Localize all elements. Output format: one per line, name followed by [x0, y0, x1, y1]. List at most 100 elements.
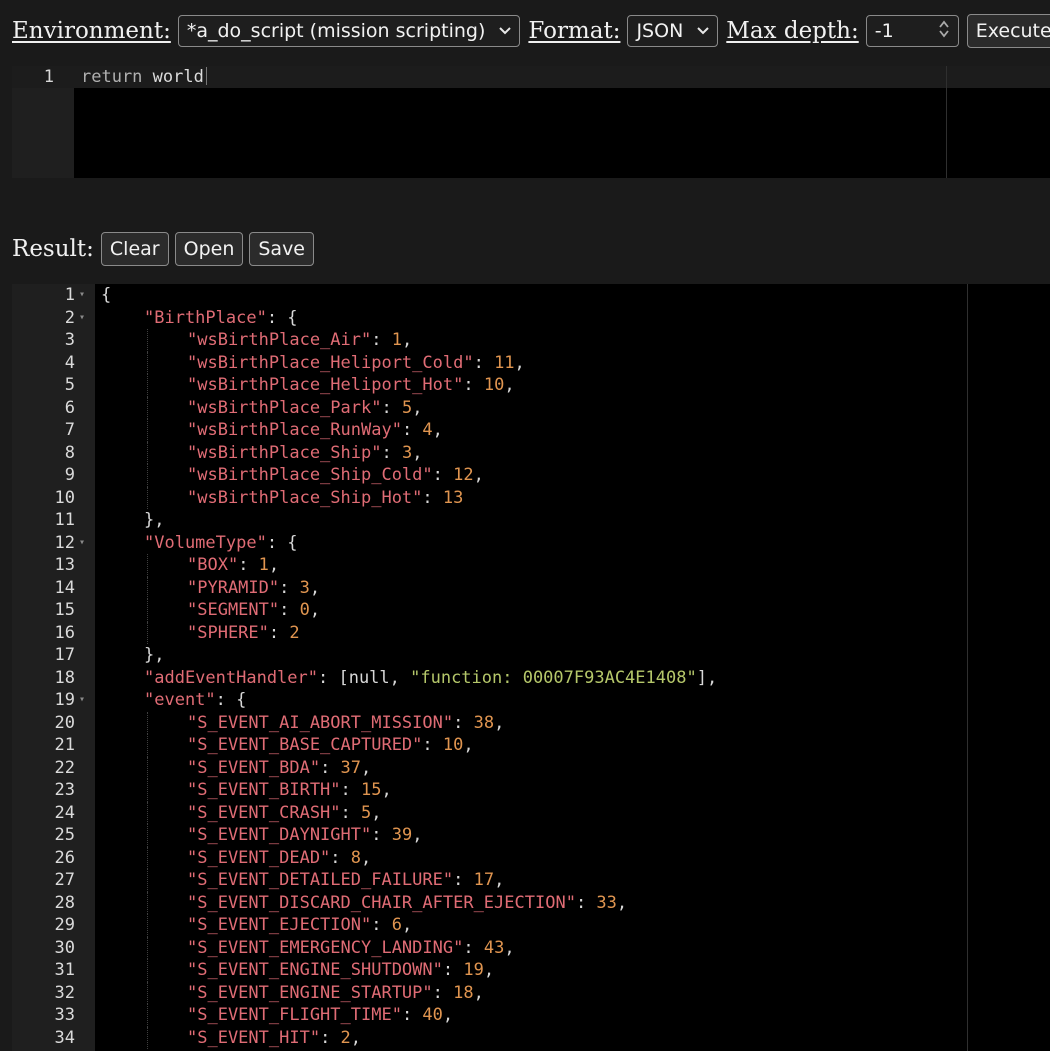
- line-code: "wsBirthPlace_Heliport_Cold": 11,: [187, 352, 525, 375]
- json-punct: :: [422, 735, 443, 755]
- json-punct: :: [279, 577, 300, 598]
- indent-guide: [147, 576, 148, 599]
- json-punct: :: [381, 442, 402, 463]
- json-key: "wsBirthPlace_RunWay": [187, 420, 402, 440]
- json-punct: :: [371, 330, 392, 350]
- save-button[interactable]: Save: [249, 232, 314, 266]
- json-key: "wsBirthPlace_Air": [187, 330, 372, 350]
- spinner-icon[interactable]: [938, 19, 950, 44]
- line-number: 24: [54, 802, 75, 823]
- json-number: 10: [483, 375, 505, 395]
- json-number: 1: [258, 555, 269, 575]
- line-code: "S_EVENT_BASE_CAPTURED": 10,: [187, 734, 474, 757]
- max-depth-input[interactable]: -1: [865, 15, 959, 47]
- json-punct: :: [432, 465, 454, 485]
- json-key: "S_EVENT_ENGINE_SHUTDOWN": [187, 960, 443, 980]
- json-key: "addEventHandler": [144, 667, 318, 688]
- chevron-down-icon: [499, 27, 512, 35]
- line-code: "S_EVENT_HIT": 2,: [187, 1027, 361, 1050]
- format-label: Format:: [528, 18, 621, 44]
- fold-toggle-icon[interactable]: ▾: [79, 307, 85, 330]
- line-number: 23: [54, 780, 75, 800]
- indent-guide: [147, 824, 148, 847]
- line-number: 12: [54, 532, 75, 553]
- json-punct: ,: [504, 375, 515, 395]
- json-punct: :: [463, 937, 484, 958]
- json-punct: ,: [268, 555, 280, 575]
- json-punct: ,: [442, 1005, 454, 1025]
- execute-button[interactable]: Execute: [966, 14, 1050, 48]
- result-output[interactable]: 1 ▾{2 ▾ "BirthPlace": {3 "wsBirthPlace_Air":…: [12, 284, 1050, 1051]
- json-key: "S_EVENT_DAYNIGHT": [187, 825, 372, 845]
- clear-button[interactable]: Clear: [100, 232, 169, 266]
- indent-guide: [147, 396, 148, 419]
- json-key: "S_EVENT_AI_ABORT_MISSION": [187, 712, 454, 733]
- result-bar: Result: Clear Open Save: [12, 232, 320, 266]
- json-number: 11: [494, 352, 515, 373]
- editor-code-line[interactable]: return world: [81, 66, 207, 88]
- line-number: 14: [54, 577, 75, 598]
- json-punct: :: [340, 780, 362, 800]
- json-key: "S_EVENT_BASE_CAPTURED": [187, 735, 423, 755]
- format-select[interactable]: JSON: [627, 15, 719, 47]
- json-number: 13: [442, 487, 464, 508]
- json-punct: :: [268, 622, 290, 643]
- line-number: 11: [54, 510, 75, 530]
- line-code: "wsBirthPlace_Ship": 3,: [187, 442, 422, 465]
- json-number: 5: [361, 802, 372, 823]
- json-punct: ,: [371, 802, 382, 823]
- indent-guide: [147, 599, 148, 622]
- json-number: 8: [350, 847, 362, 868]
- json-punct: ,: [309, 577, 321, 598]
- indent-guide: [147, 329, 148, 352]
- indent-guide: [147, 936, 148, 959]
- json-number: 2: [340, 1027, 351, 1048]
- json-number: 17: [473, 870, 495, 890]
- json-string: "function: 00007F93AC4E1408": [410, 667, 697, 688]
- json-punct: :: [330, 847, 351, 868]
- line-number: 13: [54, 555, 75, 575]
- line-number: 30: [54, 937, 75, 958]
- line-code: },: [144, 509, 164, 532]
- json-number: 6: [391, 915, 402, 935]
- json-punct: ,: [412, 825, 423, 845]
- line-code: "S_EVENT_ENGINE_STARTUP": 18,: [187, 982, 484, 1005]
- json-punct: :: [320, 757, 341, 778]
- json-punct: :: [371, 915, 392, 935]
- fold-toggle-icon[interactable]: ▾: [79, 284, 85, 307]
- max-depth-label: Max depth:: [726, 18, 859, 44]
- indent-guide: [147, 1026, 148, 1049]
- line-code: "S_EVENT_ENGINE_SHUTDOWN": 19,: [187, 959, 494, 982]
- environment-select[interactable]: *a_do_script (mission scripting): [177, 15, 521, 47]
- toolbar: Environment: *a_do_script (mission scrip…: [12, 13, 1050, 49]
- line-code: "S_EVENT_FLIGHT_TIME": 40,: [187, 1004, 453, 1027]
- json-punct: :: [422, 487, 443, 508]
- fold-toggle-icon[interactable]: ▾: [79, 689, 85, 712]
- text-cursor: [205, 67, 207, 85]
- open-button[interactable]: Open: [174, 232, 244, 266]
- environment-label: Environment:: [12, 18, 171, 44]
- script-editor[interactable]: 1 return world: [12, 66, 1050, 178]
- fold-toggle-icon[interactable]: ▾: [79, 532, 85, 555]
- json-punct: ,: [473, 982, 484, 1003]
- json-punct: :: [575, 892, 597, 913]
- environment-select-value: *a_do_script (mission scripting): [186, 20, 486, 42]
- json-number: 33: [596, 892, 617, 913]
- line-code: "SPHERE": 2: [187, 622, 300, 645]
- json-punct: : [null,: [318, 667, 411, 688]
- indent-guide: [147, 1004, 148, 1027]
- line-number: 34: [54, 1027, 75, 1048]
- line-code: "VolumeType": {: [144, 532, 298, 555]
- editor-line-number: 1: [43, 67, 54, 87]
- json-punct: :: [442, 960, 464, 980]
- line-code: "PYRAMID": 3,: [187, 577, 320, 600]
- json-number: 10: [442, 735, 464, 755]
- indent-guide: [147, 959, 148, 982]
- json-punct: :: [453, 870, 474, 890]
- line-number: 22: [54, 757, 75, 778]
- json-number: 39: [391, 825, 413, 845]
- line-code: "S_EVENT_EJECTION": 6,: [187, 914, 412, 937]
- line-number: 31: [54, 960, 75, 980]
- json-key: "S_EVENT_FLIGHT_TIME": [187, 1005, 402, 1025]
- line-code: "wsBirthPlace_RunWay": 4,: [187, 419, 443, 442]
